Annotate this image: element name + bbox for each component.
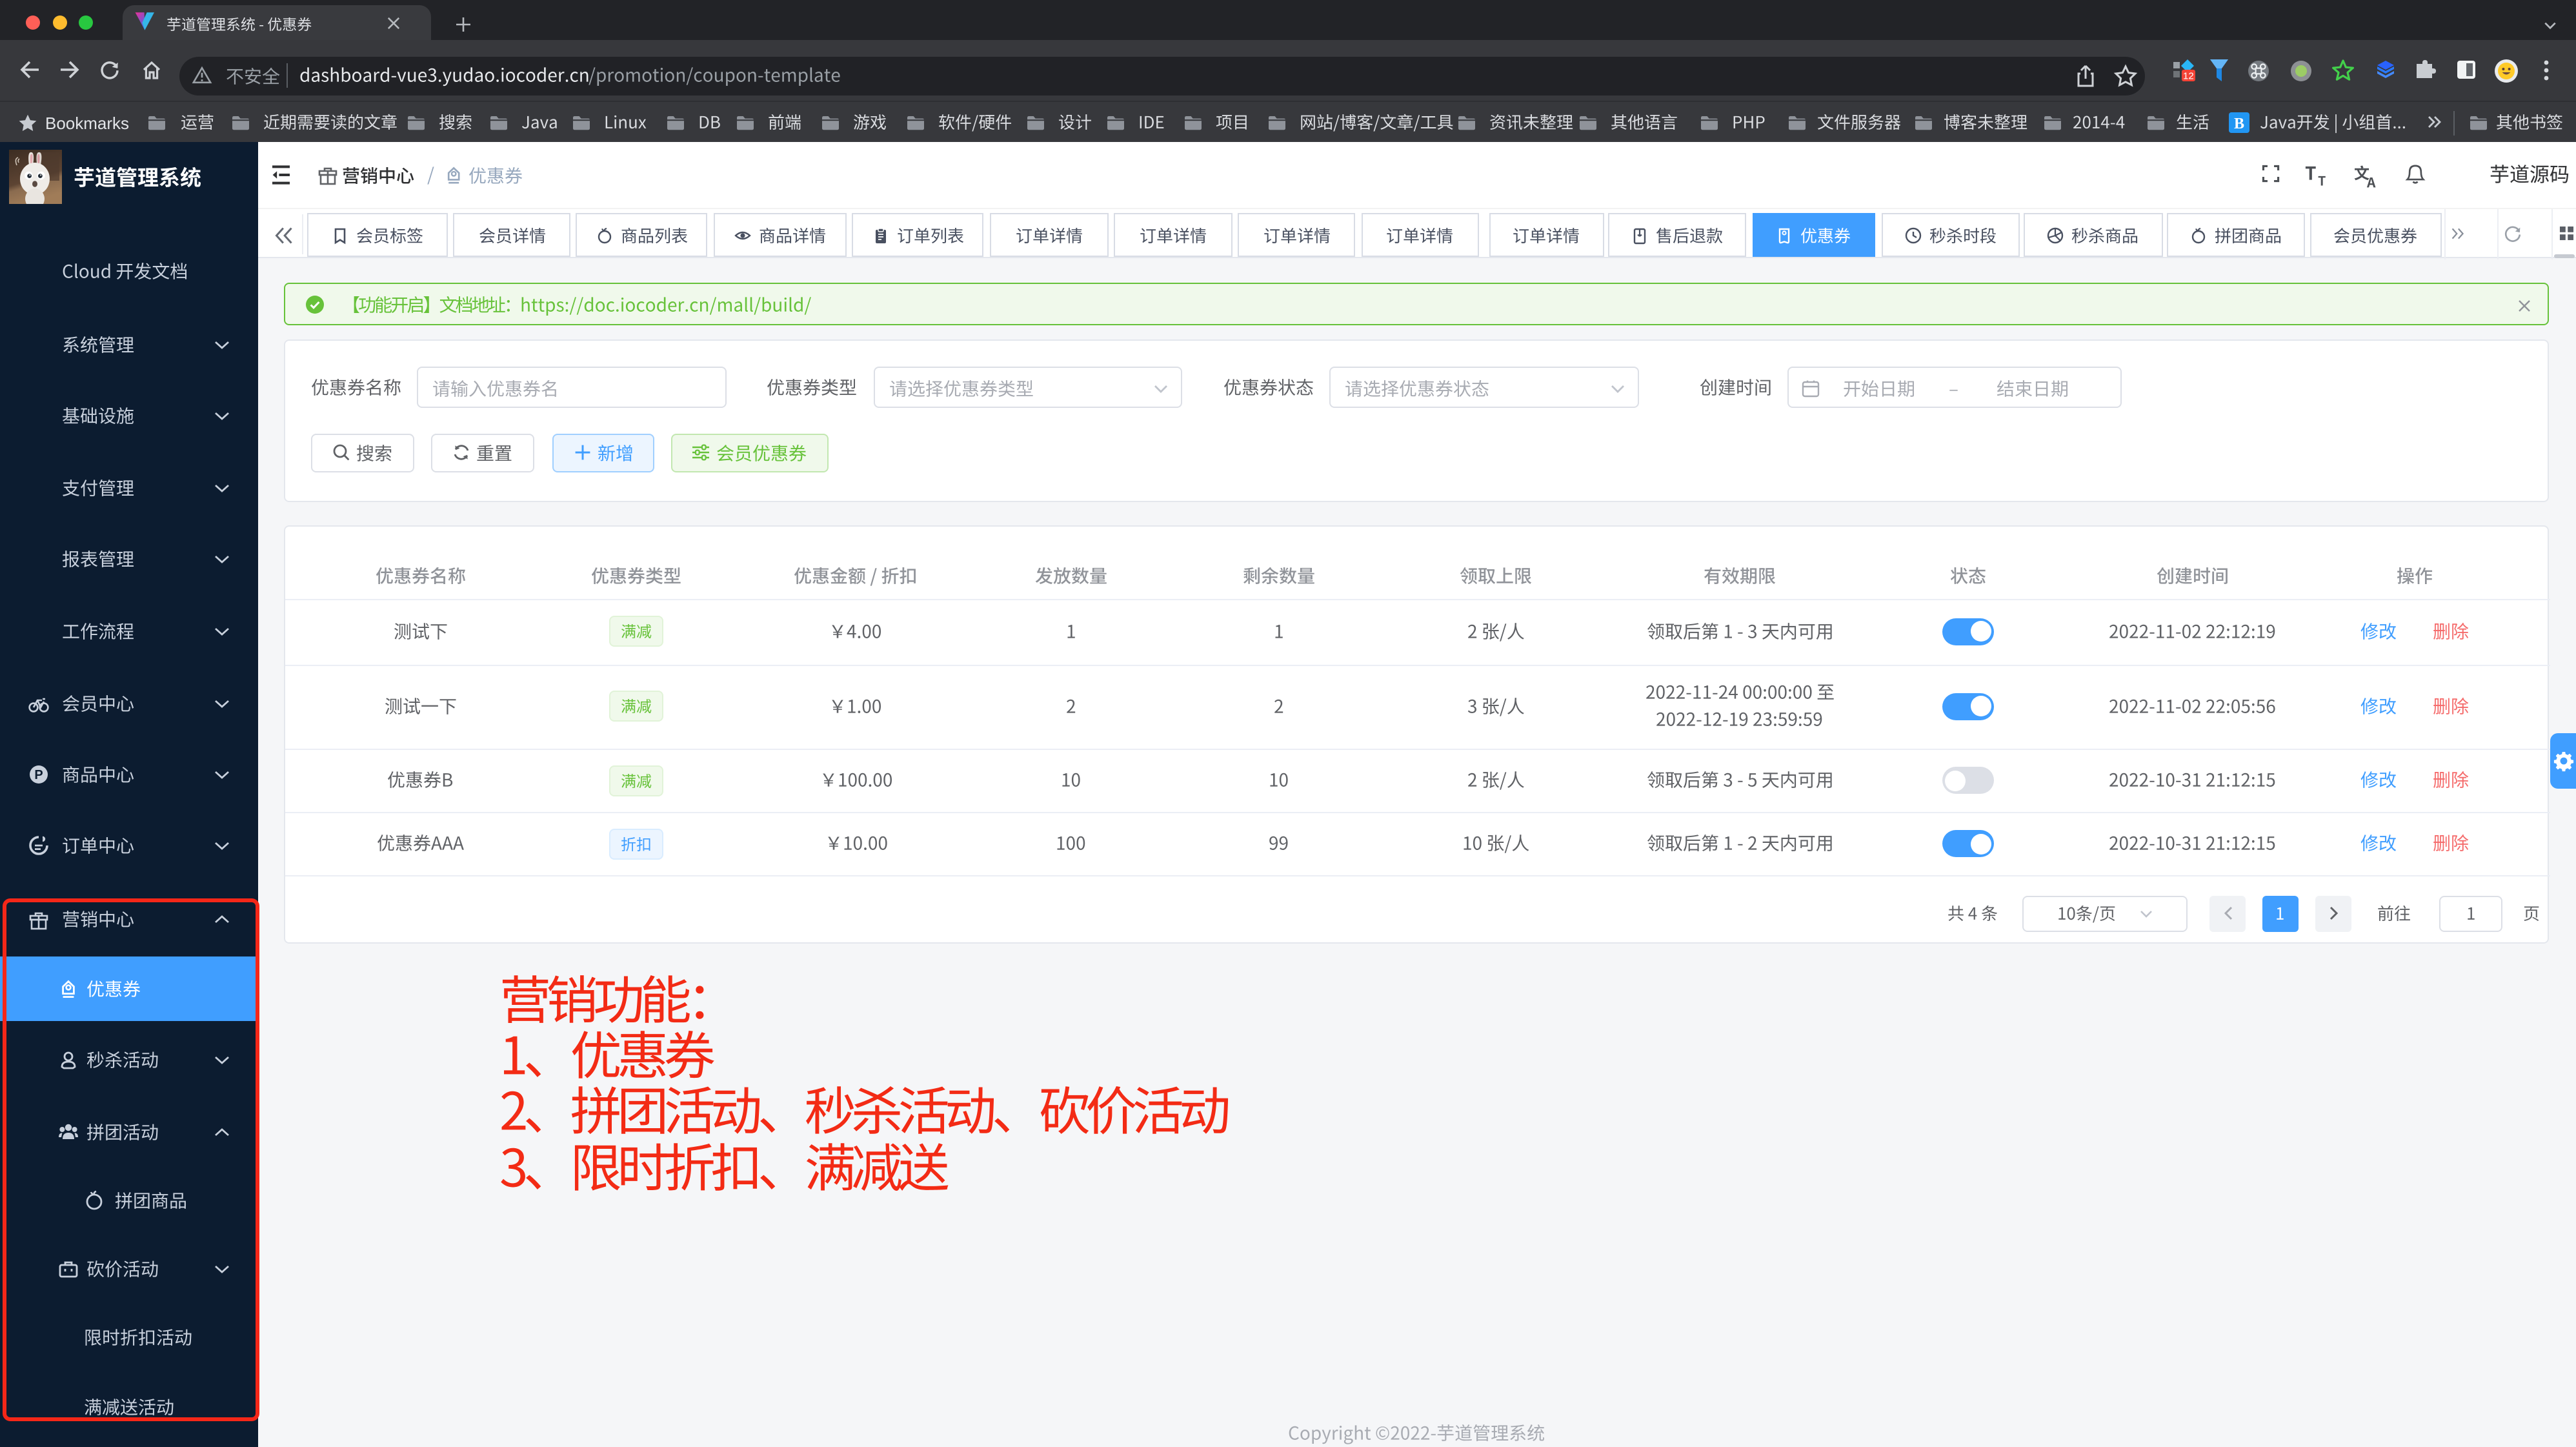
svg-text:P: P (34, 768, 43, 782)
svg-text:12: 12 (2183, 70, 2194, 81)
svg-text:B: B (2234, 115, 2244, 132)
